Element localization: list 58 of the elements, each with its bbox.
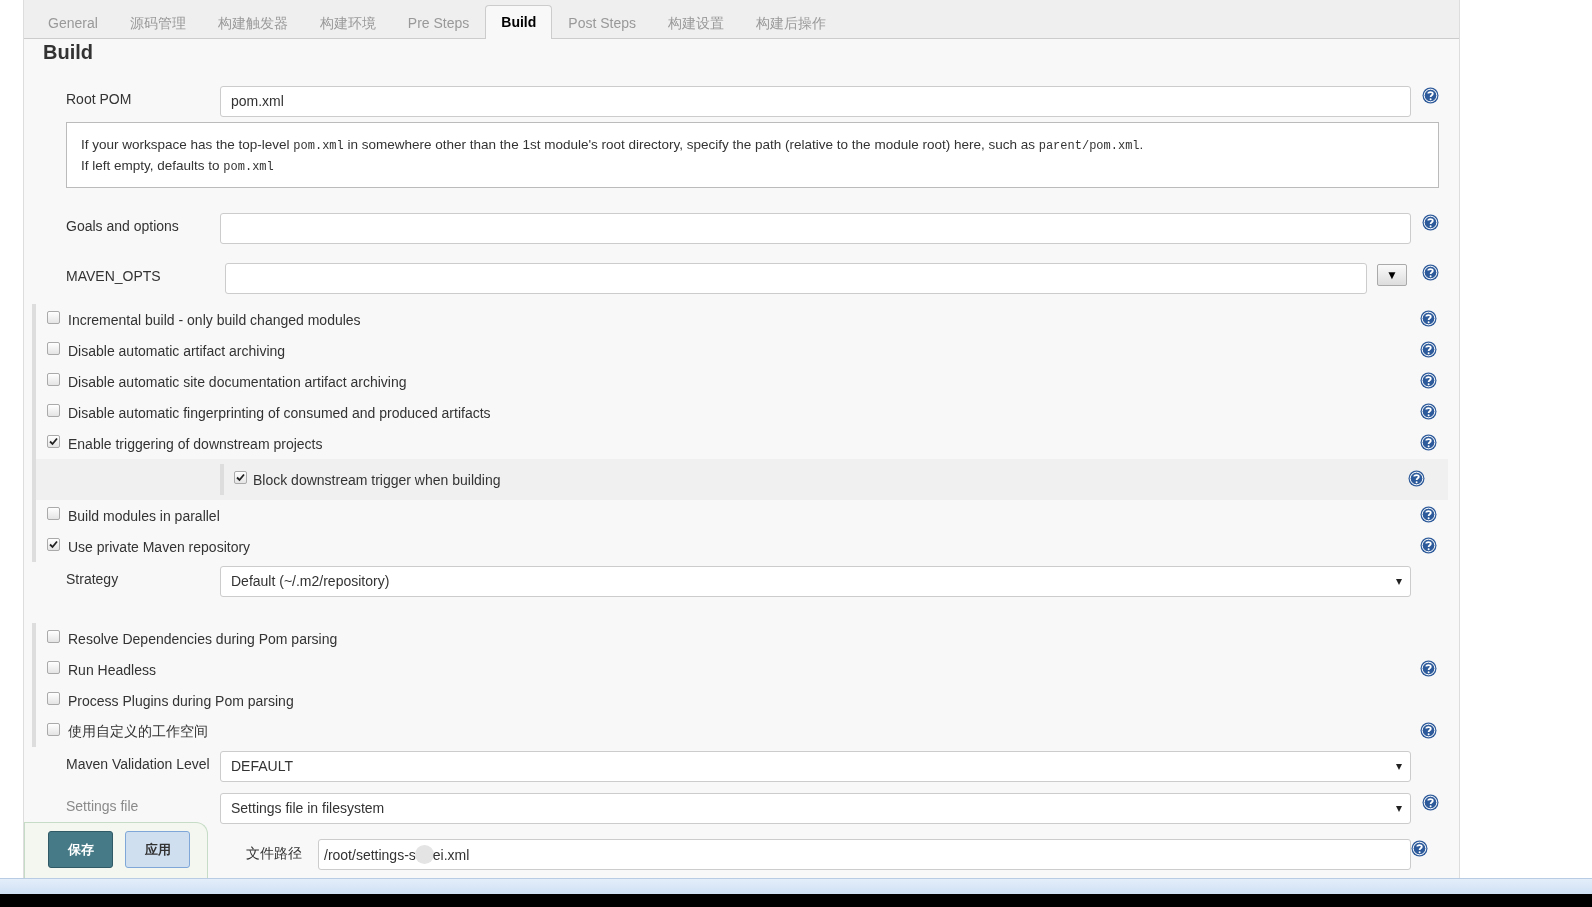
- checkbox-label[interactable]: Build modules in parallel: [68, 507, 1419, 524]
- goals-field[interactable]: [220, 213, 1411, 244]
- field-label: Settings file: [66, 797, 140, 814]
- checkbox[interactable]: [47, 507, 60, 520]
- section-title: Build: [42, 40, 94, 65]
- checkbox[interactable]: [47, 661, 60, 674]
- checkbox[interactable]: [47, 435, 60, 448]
- help-icon[interactable]: [1411, 840, 1428, 857]
- checkbox[interactable]: [234, 471, 247, 484]
- help-icon[interactable]: [1420, 659, 1437, 677]
- help-icon[interactable]: [1420, 309, 1437, 327]
- checkbox[interactable]: [47, 311, 60, 324]
- checkbox-label[interactable]: Enable triggering of downstream projects: [68, 435, 1419, 452]
- help-icon[interactable]: [1420, 505, 1437, 523]
- help-icon[interactable]: [1408, 469, 1425, 487]
- help-icon[interactable]: [1420, 433, 1437, 451]
- file-path-field[interactable]: /root/settings-s ei.xml: [318, 839, 1411, 870]
- root-pom-field[interactable]: pom.xml: [220, 86, 1411, 117]
- help-text: If your workspace has the top-level pom.xml in somewhere other than the 1st module's root directory, specify the path (relative to the module root) here, such as parent/pom.xml. If left empty, defaults to pom.xml: [66, 122, 1439, 188]
- checkbox-label[interactable]: Resolve Dependencies during Pom parsing: [68, 630, 1419, 647]
- help-icon[interactable]: [1420, 340, 1437, 358]
- field-label: Root POM: [66, 90, 133, 107]
- checkbox[interactable]: [47, 692, 60, 705]
- checkbox-label[interactable]: Disable automatic site documentation artifact archiving: [68, 373, 1419, 390]
- maven-opts-field[interactable]: [225, 263, 1367, 294]
- field-label: Strategy: [66, 570, 120, 587]
- validation-level-select[interactable]: DEFAULT: [220, 751, 1411, 782]
- field-label: Goals and options: [66, 217, 180, 234]
- checkbox[interactable]: [47, 723, 60, 736]
- checkbox-label[interactable]: 使用自定义的工作空间: [68, 722, 1419, 741]
- checkbox[interactable]: [47, 342, 60, 355]
- checkbox-label[interactable]: Run Headless: [68, 661, 1419, 678]
- apply-button[interactable]: 应用: [125, 831, 190, 868]
- help-icon[interactable]: [1420, 371, 1437, 389]
- field-label: Maven Validation Level: [66, 755, 211, 772]
- checkbox[interactable]: [47, 404, 60, 417]
- checkbox-label[interactable]: Incremental build - only build changed modules: [68, 311, 1419, 328]
- save-button[interactable]: 保存: [48, 831, 113, 868]
- checkbox-label[interactable]: Disable automatic fingerprinting of consumed and produced artifacts: [68, 404, 1419, 421]
- help-icon[interactable]: [1422, 794, 1439, 811]
- help-icon[interactable]: [1420, 721, 1437, 739]
- checkbox-label[interactable]: Process Plugins during Pom parsing: [68, 692, 1419, 709]
- expand-button[interactable]: ▼: [1377, 264, 1407, 286]
- checkbox-label[interactable]: Disable automatic artifact archiving: [68, 342, 1419, 359]
- strategy-select[interactable]: Default (~/.m2/repository): [220, 566, 1411, 597]
- help-icon[interactable]: [1422, 264, 1439, 281]
- checkbox[interactable]: [47, 538, 60, 551]
- help-icon[interactable]: [1420, 402, 1437, 420]
- checkbox[interactable]: [47, 373, 60, 386]
- field-label: 文件路径: [246, 844, 303, 863]
- help-icon[interactable]: [1422, 214, 1439, 231]
- tab[interactable]: Build: [485, 5, 553, 39]
- settings-file-select[interactable]: Settings file in filesystem: [220, 793, 1411, 824]
- checkbox-label[interactable]: Use private Maven repository: [68, 538, 1419, 555]
- field-label: MAVEN_OPTS: [66, 267, 162, 284]
- checkbox[interactable]: [47, 630, 60, 643]
- help-icon[interactable]: [1422, 87, 1439, 104]
- help-icon[interactable]: [1420, 536, 1437, 554]
